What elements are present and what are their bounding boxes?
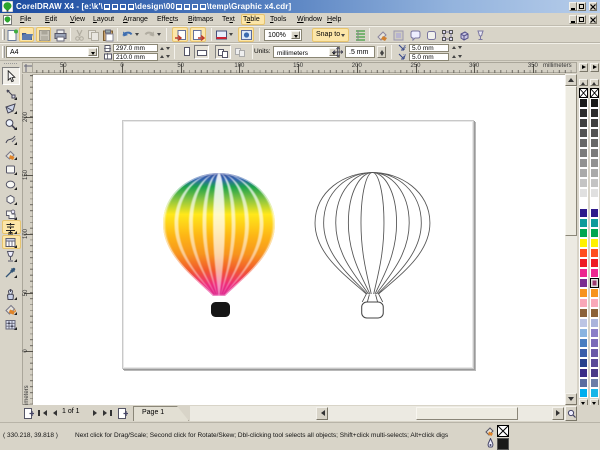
svg-text:x: x xyxy=(404,44,407,50)
svg-text:y: y xyxy=(404,53,407,59)
